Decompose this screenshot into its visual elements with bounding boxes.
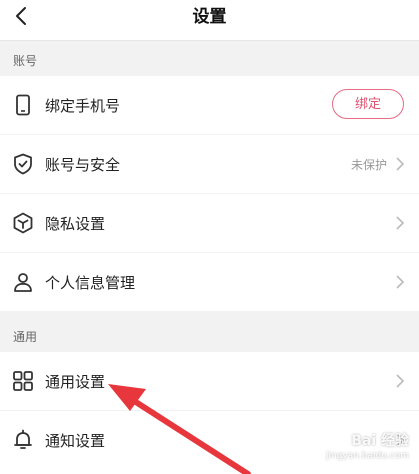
chevron-right-icon <box>396 275 405 289</box>
shield-check-icon <box>14 153 32 175</box>
row-label: 个人信息管理 <box>45 274 136 292</box>
bind-phone-button[interactable]: 绑定 <box>332 89 404 119</box>
page-title: 设置 <box>192 7 227 27</box>
top-bar: 设置 <box>0 0 419 41</box>
row-general-settings[interactable]: 通用设置 <box>0 352 419 410</box>
section-label-account: 账号 <box>13 54 38 68</box>
watermark-logo: Bai 经验 <box>351 433 409 449</box>
grid-icon <box>13 371 33 391</box>
bell-icon <box>14 429 32 449</box>
row-label: 账号与安全 <box>45 156 121 174</box>
row-personal-info[interactable]: 个人信息管理 <box>0 253 419 311</box>
phone-icon <box>16 94 30 116</box>
row-label: 通用设置 <box>45 373 106 391</box>
row-account-security[interactable]: 账号与安全 未保护 <box>0 135 419 193</box>
person-icon <box>14 273 32 292</box>
row-label: 绑定手机号 <box>45 97 121 115</box>
row-privacy-settings[interactable]: 隐私设置 <box>0 194 419 252</box>
security-status: 未保护 <box>350 158 387 172</box>
chevron-right-icon <box>396 216 405 230</box>
row-label: 通知设置 <box>45 432 106 450</box>
chevron-right-icon <box>396 374 405 388</box>
chevron-right-icon <box>396 157 405 171</box>
watermark-url: jingyan.baidu.com <box>325 451 409 461</box>
row-bind-phone[interactable]: 绑定手机号 绑定 <box>0 76 419 134</box>
section-label-general: 通用 <box>13 330 38 344</box>
cube-icon <box>13 212 33 234</box>
row-label: 隐私设置 <box>45 215 106 233</box>
